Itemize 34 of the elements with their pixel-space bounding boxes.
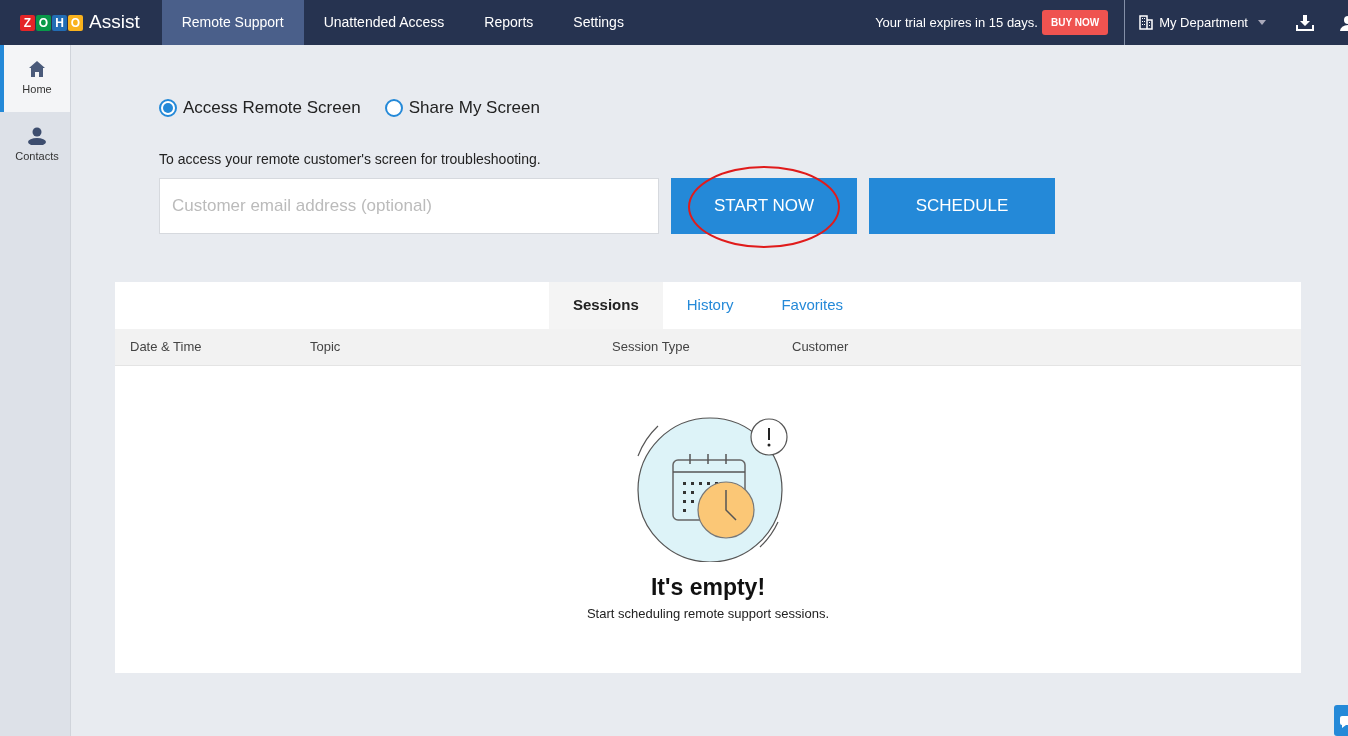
empty-title: It's empty!	[650, 572, 766, 602]
user-icon[interactable]	[1338, 14, 1348, 31]
sidebar-item[interactable]: Home	[0, 45, 70, 112]
logo-letter: H	[52, 14, 67, 31]
radio-option[interactable]: Access Remote Screen	[159, 95, 361, 121]
person-icon	[27, 126, 47, 145]
nav-tab[interactable]: Settings	[553, 0, 644, 45]
action-button[interactable]: START NOW	[671, 177, 857, 234]
panel-tab[interactable]: Favorites	[757, 281, 868, 329]
product-name: Assist	[89, 10, 140, 35]
department-dropdown[interactable]: My Department	[1124, 0, 1280, 45]
radio-option[interactable]: Share My Screen	[384, 95, 540, 121]
trial-notice: Your trial expires in 15 days.	[875, 13, 1038, 32]
nav-tab[interactable]: Remote Support	[161, 0, 304, 45]
home-icon	[28, 59, 46, 78]
column-header: Session Type	[611, 337, 691, 356]
column-header: Date & Time	[129, 337, 203, 356]
logo-letter: Z	[20, 14, 35, 31]
email-field[interactable]: Customer email address (optional)	[159, 177, 659, 234]
column-header: Topic	[309, 337, 342, 356]
nav-tab[interactable]: Unattended Access	[303, 0, 465, 45]
caret-icon	[1258, 20, 1266, 25]
action-button[interactable]: SCHEDULE	[869, 177, 1055, 234]
helper-text: To access your remote customer's screen for troubleshooting.	[159, 149, 542, 169]
sidebar-item[interactable]: Contacts	[0, 112, 70, 179]
logo-letter: O	[36, 14, 51, 31]
nav-tab[interactable]: Reports	[464, 0, 554, 45]
column-header: Customer	[791, 337, 850, 356]
panel-tab[interactable]: History	[662, 281, 758, 329]
download-icon[interactable]	[1296, 14, 1314, 31]
building-icon	[1139, 15, 1154, 30]
logo-letter: O	[68, 14, 83, 31]
panel-tab[interactable]: Sessions	[548, 281, 663, 329]
empty-message: Start scheduling remote support sessions.	[586, 605, 830, 623]
